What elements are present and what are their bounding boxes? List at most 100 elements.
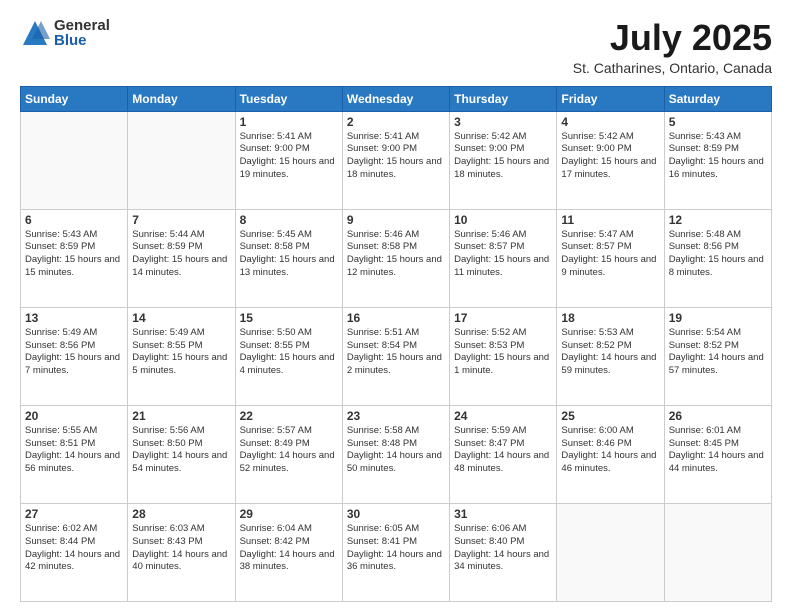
weekday-header-friday: Friday: [557, 86, 664, 111]
calendar-cell: 12 Sunrise: 5:48 AM Sunset: 8:56 PM Dayli…: [664, 209, 771, 307]
calendar-cell: 18 Sunrise: 5:53 AM Sunset: 8:52 PM Dayli…: [557, 307, 664, 405]
cell-info: Sunrise: 5:49 AM Sunset: 8:55 PM Dayligh…: [132, 327, 230, 378]
calendar-cell: 28 Sunrise: 6:03 AM Sunset: 8:43 PM Dayli…: [128, 503, 235, 601]
weekday-header-sunday: Sunday: [21, 86, 128, 111]
calendar-cell: [664, 503, 771, 601]
calendar-cell: [21, 111, 128, 209]
cell-info: Sunrise: 5:56 AM Sunset: 8:50 PM Dayligh…: [132, 425, 230, 476]
logo-text: General Blue: [54, 18, 110, 48]
day-number: 16: [347, 311, 445, 325]
day-number: 2: [347, 115, 445, 129]
cell-info: Sunrise: 5:41 AM Sunset: 9:00 PM Dayligh…: [347, 131, 445, 182]
day-number: 4: [561, 115, 659, 129]
calendar-cell: 15Sunrise: 5:50 AM Sunset: 8:55 PM Dayli…: [235, 307, 342, 405]
day-number: 9: [347, 213, 445, 227]
cell-info: Sunrise: 5:57 AM Sunset: 8:49 PM Dayligh…: [240, 425, 338, 476]
cell-info: Sunrise: 5:54 AM Sunset: 8:52 PM Dayligh…: [669, 327, 767, 378]
calendar-cell: 17Sunrise: 5:52 AM Sunset: 8:53 PM Dayli…: [450, 307, 557, 405]
cell-info: Sunrise: 5:47 AM Sunset: 8:57 PM Dayligh…: [561, 229, 659, 280]
page: General Blue July 2025 St. Catharines, O…: [0, 0, 792, 612]
day-number: 7: [132, 213, 230, 227]
day-number: 5: [669, 115, 767, 129]
day-number: 20: [25, 409, 123, 423]
day-number: 30: [347, 507, 445, 521]
calendar-cell: 3Sunrise: 5:42 AM Sunset: 9:00 PM Daylig…: [450, 111, 557, 209]
cell-info: Sunrise: 5:59 AM Sunset: 8:47 PM Dayligh…: [454, 425, 552, 476]
title-block: July 2025 St. Catharines, Ontario, Canad…: [573, 18, 772, 76]
calendar-cell: 2 Sunrise: 5:41 AM Sunset: 9:00 PM Daylig…: [342, 111, 449, 209]
day-number: 18: [561, 311, 659, 325]
header: General Blue July 2025 St. Catharines, O…: [20, 18, 772, 76]
cell-info: Sunrise: 5:46 AM Sunset: 8:57 PM Dayligh…: [454, 229, 552, 280]
calendar-cell: 16Sunrise: 5:51 AM Sunset: 8:54 PM Dayli…: [342, 307, 449, 405]
day-number: 19: [669, 311, 767, 325]
day-number: 27: [25, 507, 123, 521]
day-number: 12: [669, 213, 767, 227]
cell-info: Sunrise: 5:43 AM Sunset: 8:59 PM Dayligh…: [25, 229, 123, 280]
day-number: 28: [132, 507, 230, 521]
day-number: 22: [240, 409, 338, 423]
calendar-cell: 21 Sunrise: 5:56 AM Sunset: 8:50 PM Dayli…: [128, 405, 235, 503]
day-number: 21: [132, 409, 230, 423]
calendar-cell: 22 Sunrise: 5:57 AM Sunset: 8:49 PM Dayli…: [235, 405, 342, 503]
day-number: 8: [240, 213, 338, 227]
calendar-cell: 29Sunrise: 6:04 AM Sunset: 8:42 PM Dayli…: [235, 503, 342, 601]
cell-info: Sunrise: 6:02 AM Sunset: 8:44 PM Dayligh…: [25, 523, 123, 574]
day-number: 31: [454, 507, 552, 521]
cell-info: Sunrise: 6:01 AM Sunset: 8:45 PM Dayligh…: [669, 425, 767, 476]
cell-info: Sunrise: 6:05 AM Sunset: 8:41 PM Dayligh…: [347, 523, 445, 574]
calendar-cell: 24Sunrise: 5:59 AM Sunset: 8:47 PM Dayli…: [450, 405, 557, 503]
weekday-header-row: SundayMondayTuesdayWednesdayThursdayFrid…: [21, 86, 772, 111]
calendar-cell: 8 Sunrise: 5:45 AM Sunset: 8:58 PM Daylig…: [235, 209, 342, 307]
cell-info: Sunrise: 6:06 AM Sunset: 8:40 PM Dayligh…: [454, 523, 552, 574]
day-number: 25: [561, 409, 659, 423]
day-number: 26: [669, 409, 767, 423]
calendar-cell: 11 Sunrise: 5:47 AM Sunset: 8:57 PM Dayli…: [557, 209, 664, 307]
calendar-cell: 20 Sunrise: 5:55 AM Sunset: 8:51 PM Dayli…: [21, 405, 128, 503]
calendar-cell: 23Sunrise: 5:58 AM Sunset: 8:48 PM Dayli…: [342, 405, 449, 503]
cell-info: Sunrise: 5:58 AM Sunset: 8:48 PM Dayligh…: [347, 425, 445, 476]
calendar-cell: [128, 111, 235, 209]
calendar-cell: 4Sunrise: 5:42 AM Sunset: 9:00 PM Daylig…: [557, 111, 664, 209]
calendar-cell: 25 Sunrise: 6:00 AM Sunset: 8:46 PM Dayli…: [557, 405, 664, 503]
cell-info: Sunrise: 5:45 AM Sunset: 8:58 PM Dayligh…: [240, 229, 338, 280]
cell-info: Sunrise: 5:48 AM Sunset: 8:56 PM Dayligh…: [669, 229, 767, 280]
cell-info: Sunrise: 6:00 AM Sunset: 8:46 PM Dayligh…: [561, 425, 659, 476]
month-title: July 2025: [573, 18, 772, 58]
calendar-cell: 19 Sunrise: 5:54 AM Sunset: 8:52 PM Dayli…: [664, 307, 771, 405]
cell-info: Sunrise: 5:55 AM Sunset: 8:51 PM Dayligh…: [25, 425, 123, 476]
day-number: 10: [454, 213, 552, 227]
calendar-cell: 10 Sunrise: 5:46 AM Sunset: 8:57 PM Dayli…: [450, 209, 557, 307]
weekday-header-wednesday: Wednesday: [342, 86, 449, 111]
cell-info: Sunrise: 5:52 AM Sunset: 8:53 PM Dayligh…: [454, 327, 552, 378]
cell-info: Sunrise: 5:42 AM Sunset: 9:00 PM Dayligh…: [454, 131, 552, 182]
day-number: 6: [25, 213, 123, 227]
calendar-week-row: 13 Sunrise: 5:49 AM Sunset: 8:56 PM Dayli…: [21, 307, 772, 405]
day-number: 13: [25, 311, 123, 325]
calendar-cell: 5 Sunrise: 5:43 AM Sunset: 8:59 PM Daylig…: [664, 111, 771, 209]
cell-info: Sunrise: 5:53 AM Sunset: 8:52 PM Dayligh…: [561, 327, 659, 378]
cell-info: Sunrise: 5:49 AM Sunset: 8:56 PM Dayligh…: [25, 327, 123, 378]
calendar-cell: 6 Sunrise: 5:43 AM Sunset: 8:59 PM Daylig…: [21, 209, 128, 307]
calendar-cell: 27 Sunrise: 6:02 AM Sunset: 8:44 PM Dayli…: [21, 503, 128, 601]
calendar-week-row: 1 Sunrise: 5:41 AM Sunset: 9:00 PM Daylig…: [21, 111, 772, 209]
calendar-cell: 31 Sunrise: 6:06 AM Sunset: 8:40 PM Dayli…: [450, 503, 557, 601]
calendar-cell: 14 Sunrise: 5:49 AM Sunset: 8:55 PM Dayli…: [128, 307, 235, 405]
calendar-week-row: 6 Sunrise: 5:43 AM Sunset: 8:59 PM Daylig…: [21, 209, 772, 307]
logo-icon: [20, 18, 50, 48]
cell-info: Sunrise: 5:43 AM Sunset: 8:59 PM Dayligh…: [669, 131, 767, 182]
cell-info: Sunrise: 5:46 AM Sunset: 8:58 PM Dayligh…: [347, 229, 445, 280]
day-number: 29: [240, 507, 338, 521]
cell-info: Sunrise: 5:50 AM Sunset: 8:55 PM Dayligh…: [240, 327, 338, 378]
weekday-header-saturday: Saturday: [664, 86, 771, 111]
calendar-cell: 30 Sunrise: 6:05 AM Sunset: 8:41 PM Dayli…: [342, 503, 449, 601]
cell-info: Sunrise: 5:44 AM Sunset: 8:59 PM Dayligh…: [132, 229, 230, 280]
day-number: 11: [561, 213, 659, 227]
day-number: 14: [132, 311, 230, 325]
day-number: 1: [240, 115, 338, 129]
cell-info: Sunrise: 6:03 AM Sunset: 8:43 PM Dayligh…: [132, 523, 230, 574]
weekday-header-tuesday: Tuesday: [235, 86, 342, 111]
calendar-cell: 1Sunrise: 5:41 AM Sunset: 9:00 PM Daylig…: [235, 111, 342, 209]
calendar-cell: 13 Sunrise: 5:49 AM Sunset: 8:56 PM Dayli…: [21, 307, 128, 405]
logo: General Blue: [20, 18, 110, 48]
